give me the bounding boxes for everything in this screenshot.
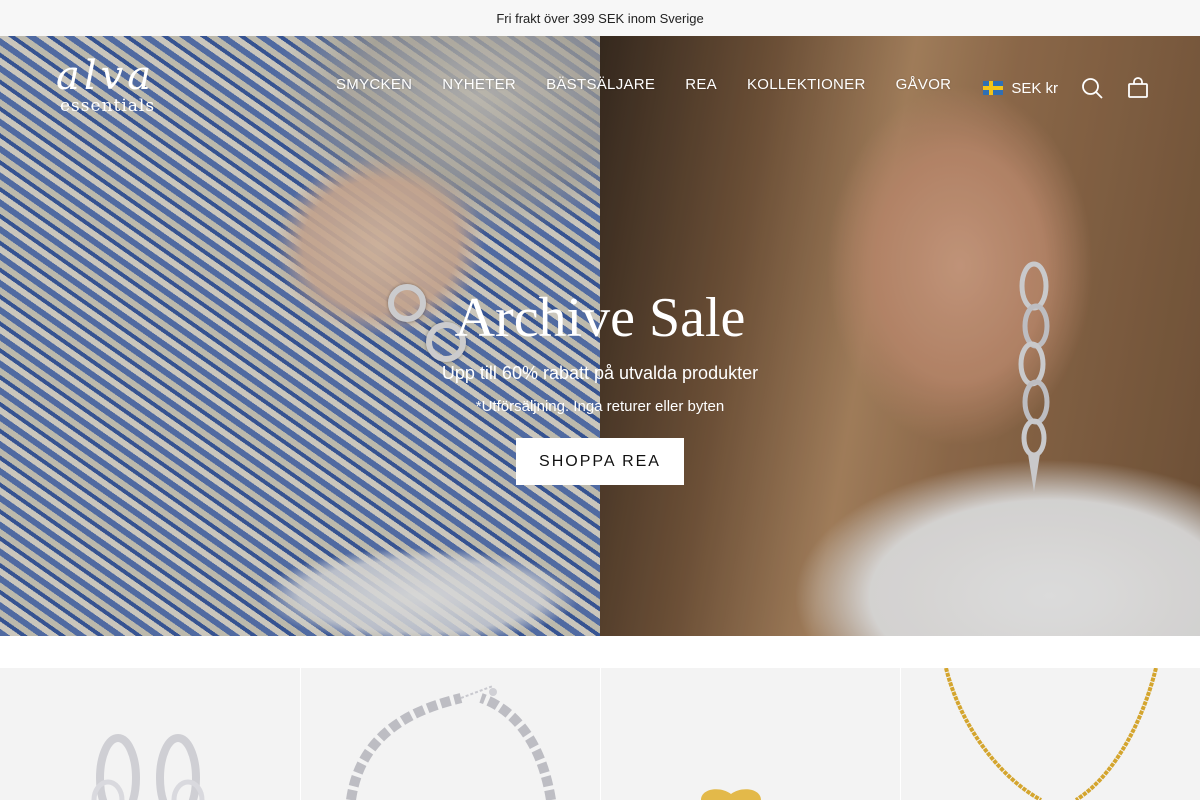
shop-sale-button[interactable]: SHOPPA REA	[516, 438, 684, 485]
product-card-necklace[interactable]	[900, 668, 1200, 800]
search-icon[interactable]	[1080, 76, 1104, 100]
chain-necklace-image	[944, 668, 1158, 800]
logo[interactable]: alva essentials	[56, 54, 196, 124]
product-card-ring[interactable]	[600, 668, 900, 800]
nav-item-nyheter[interactable]: NYHETER	[442, 76, 516, 93]
announcement-bar: Fri frakt över 399 SEK inom Sverige	[0, 0, 1200, 36]
hoop-earrings-image	[91, 734, 205, 800]
hero-note: *Utförsäljning. Inga returer eller byten	[475, 398, 725, 415]
nav-item-bastsaljare[interactable]: BÄSTSÄLJARE	[546, 76, 655, 93]
logo-tagline: essentials	[60, 96, 156, 116]
main-nav: SMYCKEN NYHETER BÄSTSÄLJARE REA KOLLEKTI…	[336, 76, 951, 93]
site-header: alva essentials SMYCKEN NYHETER BÄSTSÄLJ…	[0, 36, 1200, 140]
hero-content: Archive Sale Upp till 60% rabatt på utva…	[0, 286, 1200, 485]
currency-label: SEK kr	[1011, 79, 1058, 97]
header-tools: SEK kr	[983, 76, 1150, 100]
nav-item-gavor[interactable]: GÅVOR	[896, 76, 952, 93]
heart-ring-image	[701, 789, 761, 800]
chain-bracelet-image	[346, 685, 556, 800]
product-card-bracelet[interactable]	[300, 668, 600, 800]
announcement-text: Fri frakt över 399 SEK inom Sverige	[496, 10, 704, 26]
sweden-flag-icon	[983, 81, 1004, 95]
logo-wordmark: alva	[56, 53, 156, 99]
product-card-hoops[interactable]	[0, 668, 300, 800]
nav-item-rea[interactable]: REA	[685, 76, 717, 93]
nav-item-smycken[interactable]: SMYCKEN	[336, 76, 412, 93]
hero-title: Archive Sale	[454, 287, 746, 349]
hero-subtitle: Upp till 60% rabatt på utvalda produkter	[441, 363, 759, 383]
nav-item-kollektioner[interactable]: KOLLEKTIONER	[747, 76, 866, 93]
product-row	[0, 668, 1200, 800]
bag-icon[interactable]	[1126, 76, 1150, 100]
currency-selector[interactable]: SEK kr	[983, 80, 1058, 97]
